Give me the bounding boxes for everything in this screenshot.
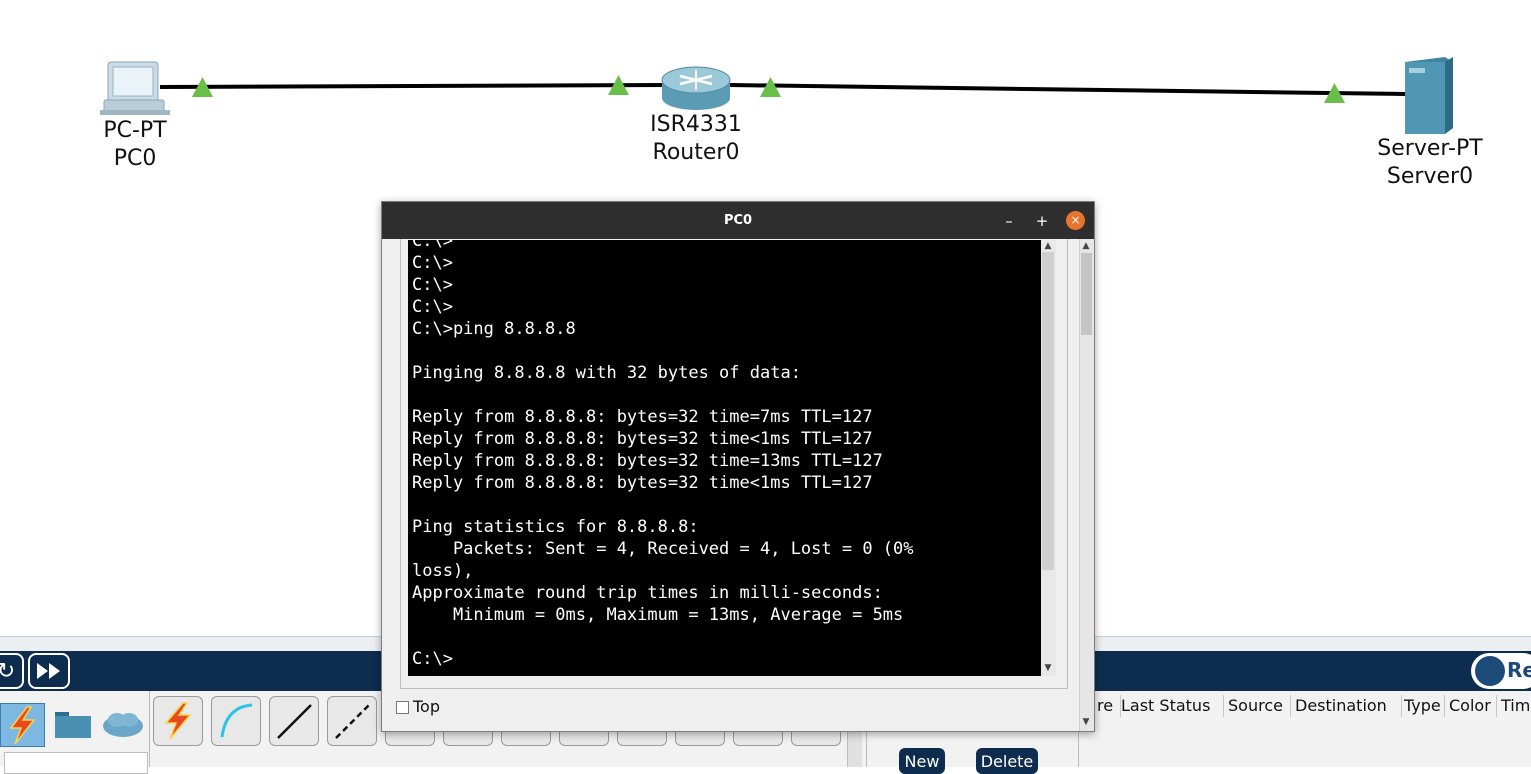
- device-name: PC0: [113, 146, 157, 171]
- reset-time-button[interactable]: ↻: [0, 653, 24, 689]
- folder-icon: [55, 712, 91, 738]
- window-title: PC0: [723, 213, 753, 228]
- realtime-label: Re: [1507, 658, 1531, 682]
- category-folder-button[interactable]: [53, 708, 93, 740]
- device-label-pc0: PC-PT PC0: [85, 117, 185, 173]
- pc-icon[interactable]: [100, 61, 170, 115]
- subpanel-box: [4, 752, 148, 774]
- pdu-column-time[interactable]: Tim: [1497, 695, 1531, 717]
- device-label-server0: Server-PT Server0: [1370, 135, 1490, 191]
- device-name: Router0: [652, 140, 740, 165]
- new-pdu-button[interactable]: New: [899, 748, 945, 774]
- command-prompt-console[interactable]: C:\> C:\> C:\> C:\> C:\>ping 8.8.8.8 Pin…: [408, 240, 1041, 676]
- scroll-up-icon[interactable]: ▲: [1079, 241, 1093, 251]
- fast-forward-button[interactable]: [28, 653, 70, 689]
- pdu-column-type[interactable]: Type: [1400, 695, 1445, 717]
- top-checkbox-label: Top: [413, 697, 440, 716]
- pdu-column-source[interactable]: Source: [1224, 695, 1291, 717]
- console-scroll-thumb[interactable]: [1042, 252, 1054, 570]
- category-wan-emulation-button[interactable]: [100, 708, 146, 740]
- close-button[interactable]: ×: [1066, 211, 1085, 230]
- link-pc0-router0[interactable]: [159, 83, 666, 89]
- pc0-terminal-window[interactable]: PC0 – + × C:\> C:\> C:\> C:\> C:\>ping 8…: [381, 201, 1095, 732]
- straight-through-cable-tool[interactable]: [269, 696, 319, 746]
- console-cable-icon: [220, 703, 253, 738]
- lightning-icon: [9, 706, 36, 745]
- router-icon[interactable]: [661, 66, 731, 110]
- lightning-icon: [164, 702, 192, 740]
- pdu-column-last-status[interactable]: Last Status: [1117, 695, 1224, 717]
- window-scroll-thumb[interactable]: [1081, 253, 1092, 335]
- device-model: Server-PT: [1377, 136, 1483, 161]
- pdu-column-color[interactable]: Color: [1445, 695, 1497, 717]
- maximize-button[interactable]: +: [1032, 211, 1052, 231]
- console-cable-tool[interactable]: [211, 696, 261, 746]
- refresh-icon: ↻: [0, 658, 16, 684]
- device-label-router0: ISR4331 Router0: [636, 111, 756, 167]
- pdu-column-destination[interactable]: Destination: [1291, 695, 1402, 717]
- console-scrollbar[interactable]: [1041, 240, 1056, 676]
- automatic-connection-tool[interactable]: [153, 696, 203, 746]
- top-checkbox[interactable]: [396, 701, 409, 714]
- crossover-cable-tool[interactable]: [327, 696, 377, 746]
- server-icon[interactable]: [1405, 57, 1453, 134]
- scroll-up-icon[interactable]: ▲: [1041, 241, 1055, 251]
- panel-separator: [149, 691, 150, 767]
- delete-pdu-button[interactable]: Delete: [976, 748, 1038, 774]
- crossover-cable-icon: [335, 704, 370, 739]
- console-output: C:\> C:\> C:\> C:\> C:\>ping 8.8.8.8 Pin…: [412, 240, 914, 669]
- cloud-icon: [103, 713, 143, 737]
- fast-forward-icon: [37, 663, 60, 679]
- category-connections-button[interactable]: [0, 703, 45, 747]
- link-router0-server0[interactable]: [729, 83, 1406, 96]
- device-name: Server0: [1386, 164, 1474, 189]
- window-scrollbar[interactable]: [1079, 239, 1094, 731]
- realtime-mode-button[interactable]: Re: [1471, 653, 1531, 689]
- straight-cable-icon: [277, 704, 312, 739]
- clock-icon: [1475, 656, 1505, 686]
- device-model: PC-PT: [103, 118, 167, 143]
- minimize-button[interactable]: –: [999, 211, 1019, 231]
- scroll-down-icon[interactable]: ▼: [1041, 663, 1055, 673]
- scroll-down-icon[interactable]: ▼: [1079, 717, 1093, 727]
- device-model: ISR4331: [650, 112, 742, 137]
